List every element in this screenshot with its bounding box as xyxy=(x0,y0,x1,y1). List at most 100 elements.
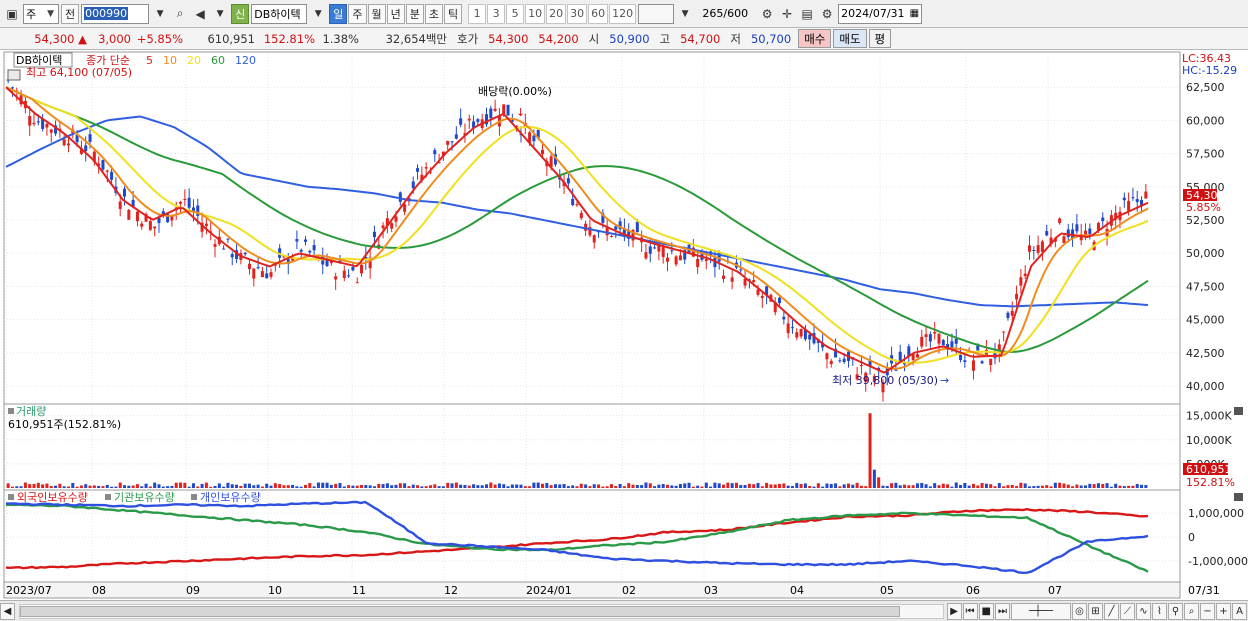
sound-icon[interactable]: ◀ xyxy=(191,4,209,24)
window-menu-icon[interactable]: ▣ xyxy=(3,4,21,24)
volume-bar xyxy=(489,482,493,488)
chevron-down-icon[interactable]: ▼ xyxy=(676,4,694,24)
candle xyxy=(799,328,803,337)
period-tab[interactable]: 초 xyxy=(424,3,443,24)
volume-bar xyxy=(428,485,432,488)
last-icon[interactable]: ⏭ xyxy=(995,602,1010,620)
zoom-slider[interactable]: ─┼── xyxy=(1011,602,1071,620)
stop-icon[interactable]: ■ xyxy=(978,602,994,620)
volume-bar xyxy=(230,484,234,488)
scroll-left-icon[interactable]: ◀ xyxy=(0,602,15,620)
draw-tool-icon[interactable]: ⌇ xyxy=(1152,602,1167,620)
volume-bar xyxy=(579,483,583,488)
candle xyxy=(450,141,454,143)
first-icon[interactable]: ⏮ xyxy=(962,602,978,620)
volume-bar xyxy=(877,477,881,488)
candle xyxy=(739,269,743,271)
market-select[interactable]: 주 ▼ xyxy=(23,3,59,24)
tool-icon[interactable]: ◎ xyxy=(1072,602,1087,620)
chevron-down-icon[interactable]: ▼ xyxy=(309,4,327,24)
draw-tool-icon[interactable]: ⟋ xyxy=(1120,602,1135,620)
candle xyxy=(1010,310,1014,316)
chevron-down-icon[interactable]: ▼ xyxy=(151,4,169,24)
volume-bar xyxy=(454,482,458,488)
chart-settings-icon[interactable]: ⚙ xyxy=(758,4,776,24)
y-tick-label: 50,000 xyxy=(1186,247,1225,260)
volume-bar xyxy=(687,482,691,488)
period-tab[interactable]: 틱 xyxy=(444,3,463,24)
interval-button[interactable]: 1 xyxy=(468,3,487,24)
search-icon[interactable]: ⌕ xyxy=(171,4,189,24)
period-tab[interactable]: 주 xyxy=(348,3,367,24)
interval-button[interactable]: 60 xyxy=(588,3,609,24)
candle xyxy=(678,255,682,261)
volume-title: 거래량 xyxy=(16,405,46,418)
volume-bar xyxy=(484,484,489,488)
interval-button[interactable]: 20 xyxy=(546,3,567,24)
volume-bar xyxy=(760,486,764,488)
volume-bar xyxy=(295,486,299,488)
quote-bar: 54,300 ▲ 3,000 +5.85% 610,951 152.81% 1.… xyxy=(0,28,1248,50)
chart-area[interactable]: 40,000 42,500 45,000 47,500 50,000 52,500 55,0… xyxy=(0,50,1248,600)
minus-icon[interactable]: − xyxy=(1200,602,1215,620)
volume-bar xyxy=(308,483,312,488)
candle xyxy=(937,333,941,344)
x-tick-label: 04 xyxy=(790,584,804,597)
plus-icon[interactable]: + xyxy=(1216,602,1231,620)
candle xyxy=(424,167,428,169)
stock-code-input[interactable]: 000990 xyxy=(81,3,150,24)
period-tab[interactable]: 분 xyxy=(405,3,424,24)
gear-icon[interactable]: ⚙ xyxy=(818,4,836,24)
bar-count[interactable]: 265/600 xyxy=(696,4,750,24)
volume-bar xyxy=(1006,485,1010,488)
ma-legend-item: 10 xyxy=(163,54,177,67)
interval-button[interactable]: 30 xyxy=(567,3,588,24)
volume-bar xyxy=(110,486,114,488)
interval-button[interactable]: 120 xyxy=(609,3,637,24)
calendar-icon[interactable]: ▦ xyxy=(910,8,919,19)
volume-legend-marker xyxy=(8,408,14,414)
period-tab[interactable]: 일 xyxy=(329,3,348,24)
candle xyxy=(1144,191,1148,199)
zoom-icon[interactable]: ⌕ xyxy=(1184,602,1199,620)
interval-button[interactable]: 5 xyxy=(506,3,525,24)
holding-panel-close-icon[interactable] xyxy=(1234,493,1243,501)
volume-bar xyxy=(329,484,333,488)
text-icon[interactable]: A xyxy=(1232,602,1247,620)
interval-button[interactable]: 10 xyxy=(525,3,546,24)
volume-bar xyxy=(170,485,174,488)
volume-bar xyxy=(665,484,670,488)
draw-tool-icon[interactable]: ⚲ xyxy=(1168,602,1183,620)
tool-icon[interactable] xyxy=(7,69,21,81)
volume-bar xyxy=(463,484,467,488)
crosshair-icon[interactable]: ✛ xyxy=(778,4,796,24)
balance-button[interactable]: 평 xyxy=(868,29,892,48)
candle xyxy=(260,271,264,278)
chart-svg[interactable]: 40,00042,50045,00047,50050,00052,50055,0… xyxy=(0,50,1248,600)
candle xyxy=(416,168,420,172)
buy-button[interactable]: 매수 xyxy=(798,29,832,48)
tool-icon[interactable]: ⊞ xyxy=(1088,602,1103,620)
volume-bar xyxy=(868,413,872,488)
volume-bar xyxy=(476,485,480,488)
period-tab[interactable]: 월 xyxy=(367,3,386,24)
sell-button[interactable]: 매도 xyxy=(833,29,867,48)
volume-bar xyxy=(747,483,751,488)
draw-tool-icon[interactable]: ∿ xyxy=(1136,602,1151,620)
scroll-thumb[interactable] xyxy=(20,605,900,617)
scroll-track[interactable] xyxy=(19,603,944,619)
period-tab[interactable]: 년 xyxy=(386,3,405,24)
volume-bar xyxy=(58,483,62,488)
prev-button[interactable]: 전 xyxy=(61,3,80,24)
save-icon[interactable]: ▤ xyxy=(798,4,816,24)
volume-panel-close-icon[interactable] xyxy=(1234,407,1243,415)
volume-bar xyxy=(200,483,204,488)
chevron-down-icon[interactable]: ▼ xyxy=(211,4,229,24)
interval-button[interactable]: 3 xyxy=(487,3,506,24)
volume-bar xyxy=(1032,486,1036,488)
scroll-right-icon[interactable]: ▶ xyxy=(946,602,962,620)
date-input[interactable]: 2024/07/31 ▦ xyxy=(838,3,923,24)
candle xyxy=(243,252,247,255)
custom-interval-input[interactable] xyxy=(638,3,675,24)
draw-line-icon[interactable]: ╱ xyxy=(1104,602,1119,620)
